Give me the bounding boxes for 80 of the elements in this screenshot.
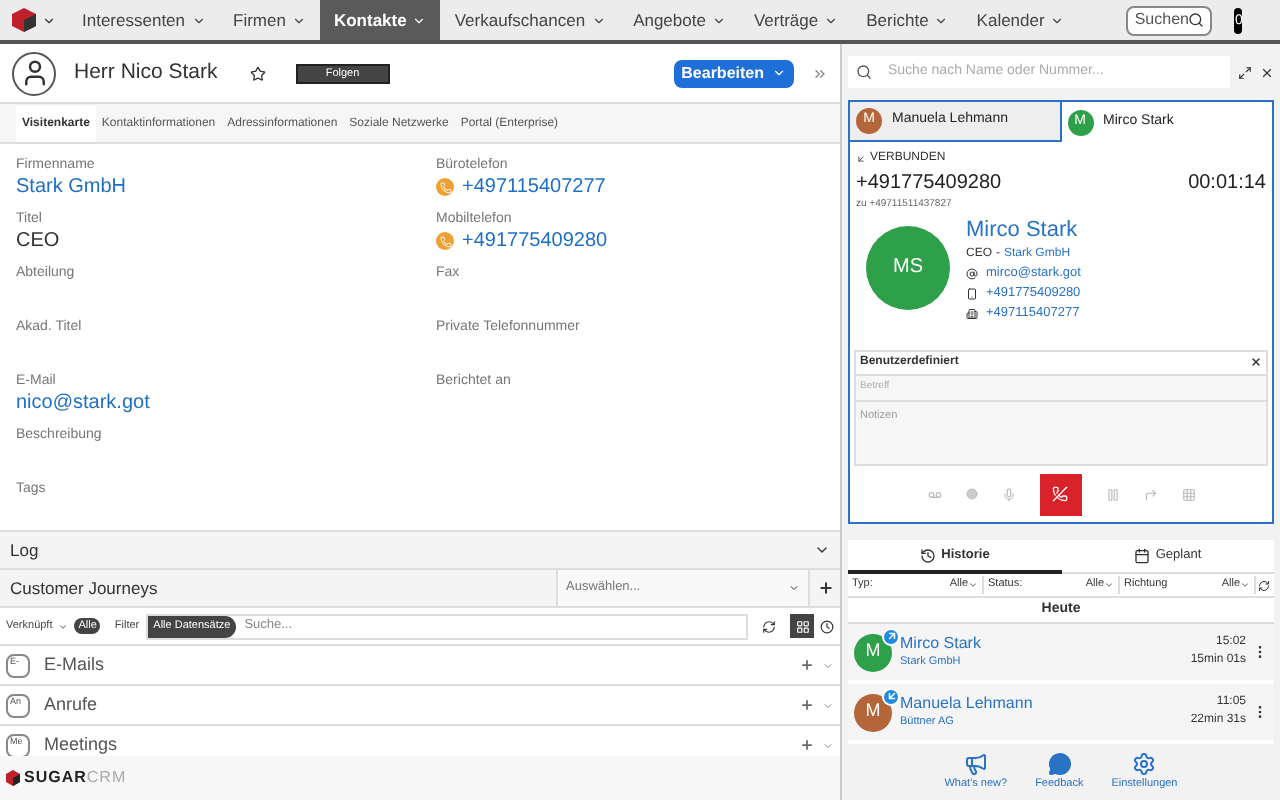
mobile-phone-icon [966,287,978,299]
hang-up-icon [1052,486,1068,502]
close-icon[interactable] [1250,356,1262,368]
nav-tab[interactable]: Interessenten [68,0,220,40]
phone-link[interactable]: +491775409280 [462,228,608,254]
maximize-icon[interactable] [1238,65,1252,79]
incoming-call-badge [882,687,900,705]
caret-icon [968,580,978,590]
record-name: Herr Nico Stark [74,57,218,88]
caret-icon [58,621,69,631]
caret-icon [412,13,427,27]
caret-icon [191,13,206,27]
call-timer: 00:01:14 [1188,170,1266,198]
star-icon[interactable] [249,65,266,81]
plus-icon [799,658,813,672]
phone-icon [436,232,454,250]
caret-icon [1050,13,1065,27]
refresh-icon[interactable] [762,619,776,633]
contact-avatar: MS [866,225,950,309]
search-icon [1188,12,1205,28]
caret-icon [1104,580,1114,590]
chevron-icon [814,542,830,558]
grid-view-toggle[interactable] [790,614,814,638]
nav-tab[interactable]: Verträge [739,0,853,40]
search-icon [856,64,872,80]
plus-icon [799,698,813,712]
phone-link[interactable]: +497115407277 [462,174,606,200]
caller-avatar: M [854,693,892,731]
contact-name[interactable]: Mirco Stark [966,217,1081,243]
brand-wordmark: SUGARCRM [24,766,127,790]
nav-tab[interactable]: Kalender [962,0,1079,40]
calendar-icon [1133,548,1150,564]
grid-icon [795,619,809,633]
history-icon [919,547,936,563]
caret-icon [934,13,949,27]
hang-up-button[interactable] [1039,473,1081,515]
nav-tab[interactable]: Kontakte [319,0,441,40]
settings-icon [1132,751,1157,776]
caret-icon [1240,580,1250,590]
nav-tab[interactable]: Verkaufschancen [440,0,620,40]
caller-name[interactable]: Mirco Stark [900,634,1191,654]
caret-icon [42,13,56,27]
search-field[interactable]: Suchen [1126,5,1213,35]
subpanel-title[interactable]: Anrufe [44,691,794,719]
panel-title: Customer Journeys [10,575,160,601]
field-link[interactable]: nico@stark.got [16,390,150,416]
speech-bubble-icon [1047,751,1072,776]
clock-icon[interactable] [820,619,834,633]
close-icon[interactable] [1260,65,1274,79]
megaphone-icon [963,751,988,776]
refresh-icon[interactable] [1258,579,1270,591]
phone-icon [436,178,454,196]
caret-icon [291,13,306,27]
log-panel-header[interactable]: Log [0,530,840,570]
caret-icon [788,582,800,594]
caller-name[interactable]: Manuela Lehmann [900,694,1191,714]
subpanel-title[interactable]: E-Mails [44,651,794,679]
nav-tab[interactable]: Angebote [619,0,740,40]
building-icon [966,307,978,319]
caret-icon [591,13,606,27]
field-link[interactable]: Stark GmbH [16,174,127,200]
plus-icon [817,580,833,596]
subpanel-title[interactable]: Meetings [44,731,794,756]
caret-icon [824,13,839,27]
incoming-arrow-icon [856,154,866,164]
plus-icon [799,738,813,752]
nav-tab[interactable]: Berichte [852,0,963,40]
caret-icon [772,66,786,80]
expand-icon[interactable] [812,65,828,81]
caller-avatar: M [854,633,892,671]
call-number: +491775409280 [856,170,1002,198]
contact-avatar [12,51,56,95]
cube-logo-icon [12,8,36,32]
nav-tab[interactable]: Firmen [219,0,320,40]
outgoing-call-badge [882,627,900,645]
field-value: CEO [16,228,60,254]
caret-icon [711,13,726,27]
brand-logo-icon [6,770,20,786]
edit-button[interactable]: Bearbeiten [673,59,794,87]
at-sign-icon [966,267,978,279]
